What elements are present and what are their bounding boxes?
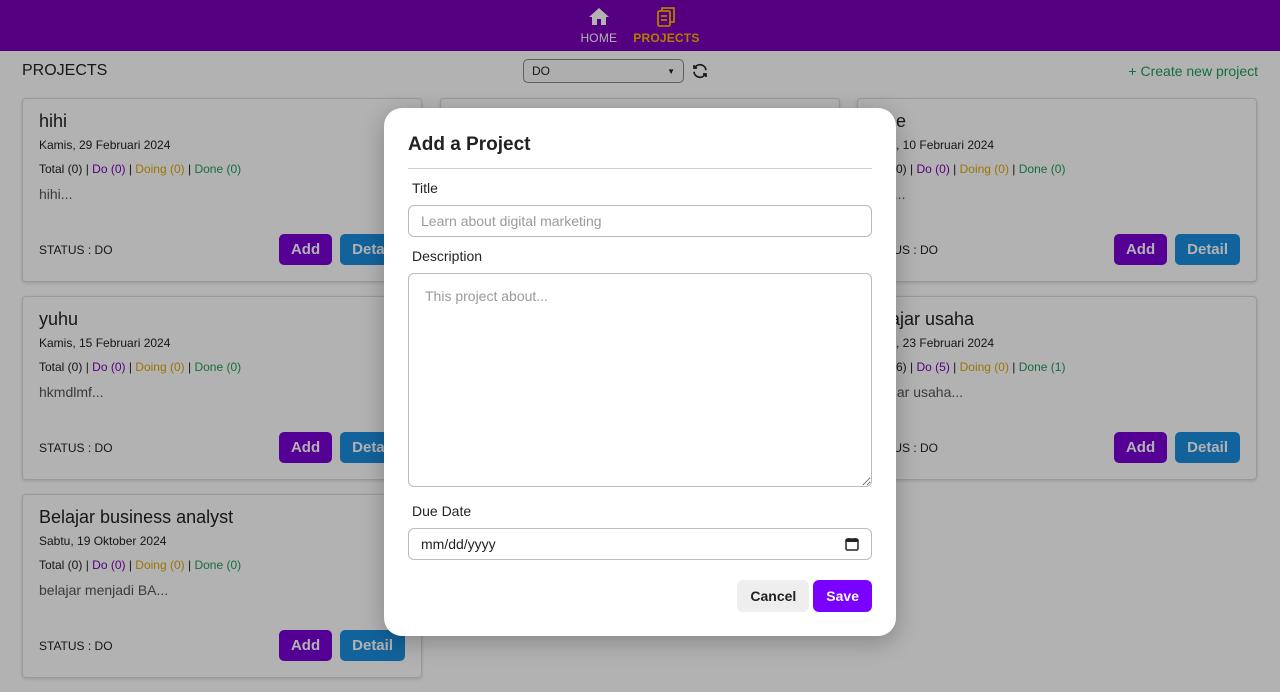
- cancel-button[interactable]: Cancel: [737, 580, 810, 612]
- title-input[interactable]: [408, 205, 872, 237]
- due-date-placeholder: mm/dd/yyyy: [421, 536, 496, 552]
- due-date-input[interactable]: mm/dd/yyyy: [408, 528, 872, 560]
- description-textarea[interactable]: [408, 273, 872, 487]
- due-date-label: Due Date: [412, 503, 472, 519]
- add-project-modal: Add a Project Title Description Due Date…: [384, 108, 896, 636]
- description-label: Description: [412, 248, 483, 264]
- title-label: Title: [412, 180, 438, 196]
- calendar-icon[interactable]: [845, 537, 859, 551]
- modal-title: Add a Project: [408, 134, 872, 169]
- save-button[interactable]: Save: [813, 580, 872, 612]
